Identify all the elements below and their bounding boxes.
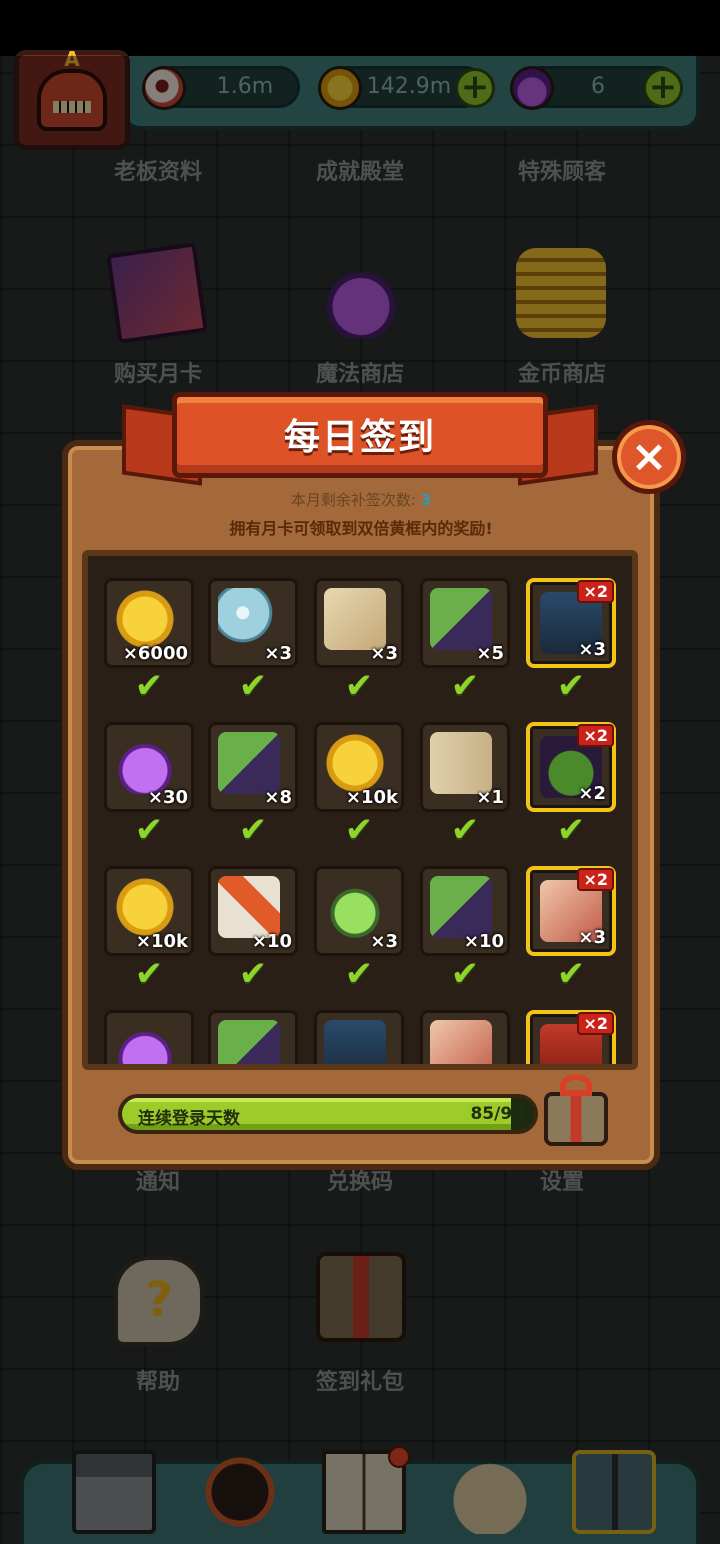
claimed-check-icon: ✔ [134, 954, 164, 994]
double-reward-badge: ×2 [577, 724, 614, 747]
reward-cell[interactable]: ×2 [526, 1010, 616, 1064]
treasure-map-icon [324, 588, 386, 650]
ticket-card-icon [430, 588, 492, 650]
login-streak-count: 85/90 [470, 1104, 524, 1124]
reward-quantity: ×10k [135, 931, 188, 952]
reward-quantity: ×10k [345, 787, 398, 808]
claimed-check-icon: ✔ [556, 954, 586, 994]
claimed-check-icon: ✔ [450, 810, 480, 850]
claimed-check-icon: ✔ [344, 810, 374, 850]
gold-coin-icon [324, 732, 386, 794]
gold-coin-icon [114, 876, 176, 938]
claimed-check-icon: ✔ [238, 666, 268, 706]
gift-bow [560, 1074, 592, 1096]
remaining-makeup-label: 本月剩余补签次数: [290, 491, 416, 509]
monthly-card-notice: 拥有月卡可领取到双倍黄框内的奖励! [229, 519, 493, 538]
claimed-check-icon: ✔ [134, 666, 164, 706]
login-streak-label: 连续登录天数 [138, 1109, 240, 1129]
claimed-check-icon: ✔ [556, 810, 586, 850]
reward-cell[interactable]: ×3 [208, 578, 298, 668]
ticket-card-icon [218, 732, 280, 794]
reward-quantity: ×3 [370, 643, 398, 664]
reward-quantity: ×3 [578, 927, 606, 948]
reward-cell[interactable]: ×3 [314, 578, 404, 668]
status-bar [0, 0, 720, 56]
claimed-check-icon: ✔ [238, 810, 268, 850]
reward-cell[interactable] [314, 1010, 404, 1064]
reward-quantity: ×1 [476, 787, 504, 808]
close-button[interactable]: × [612, 420, 686, 494]
streak-gift-icon[interactable] [540, 1072, 612, 1150]
claimed-check-icon: ✔ [344, 954, 374, 994]
reward-cell[interactable]: ×10 [208, 866, 298, 956]
gift-box [544, 1092, 608, 1146]
reward-cell[interactable] [208, 1010, 298, 1064]
reward-cell[interactable]: ×30 [104, 722, 194, 812]
crystal-orb-icon [218, 588, 280, 650]
reward-cell[interactable]: ×3 ×2 [526, 578, 616, 668]
reward-quantity: ×6000 [122, 643, 188, 664]
double-reward-badge: ×2 [577, 580, 614, 603]
reward-quantity: ×5 [476, 643, 504, 664]
remaining-makeup-info: 本月剩余补签次数: 3 [62, 489, 660, 510]
ticket-card-icon [430, 876, 492, 938]
reward-cell[interactable]: ×2 ×2 [526, 722, 616, 812]
double-reward-badge: ×2 [577, 868, 614, 891]
game-screen: A 1.6m 142.9m + 6 + 老板资料 成就殿堂 特殊顾客 购买月卡 … [0, 0, 720, 1544]
reward-cell[interactable] [104, 1010, 194, 1064]
reward-quantity: ×10 [251, 931, 292, 952]
reward-cell[interactable] [420, 1010, 510, 1064]
claimed-check-icon: ✔ [238, 954, 268, 994]
remaining-makeup-count: 3 [420, 491, 432, 509]
reward-cell[interactable]: ×3 [314, 866, 404, 956]
claimed-check-icon: ✔ [556, 666, 586, 706]
reward-cell[interactable]: ×6000 [104, 578, 194, 668]
reward-quantity: ×3 [370, 931, 398, 952]
claimed-check-icon: ✔ [134, 810, 164, 850]
reward-cell[interactable]: ×8 [208, 722, 298, 812]
reward-quantity: ×3 [264, 643, 292, 664]
reward-cell[interactable]: ×10 [420, 866, 510, 956]
reward-quantity: ×10 [463, 931, 504, 952]
purple-potion-icon [114, 1020, 176, 1064]
claimed-check-icon: ✔ [344, 666, 374, 706]
ticket-card-icon [218, 1020, 280, 1064]
scroll-ticket-icon [430, 732, 492, 794]
bandage-item-icon [218, 876, 280, 938]
close-icon: × [630, 431, 668, 482]
scroll-map-icon [430, 1020, 492, 1064]
monster-card-icon [324, 1020, 386, 1064]
reward-quantity: ×8 [264, 787, 292, 808]
claimed-check-icon: ✔ [450, 954, 480, 994]
reward-cell[interactable]: ×3 ×2 [526, 866, 616, 956]
reward-cell[interactable]: ×1 [420, 722, 510, 812]
reward-cell[interactable]: ×5 [420, 578, 510, 668]
reward-quantity: ×2 [578, 783, 606, 804]
reward-cell[interactable]: ×10k [104, 866, 194, 956]
login-streak-progress: 连续登录天数 85/90 [118, 1094, 538, 1134]
reward-quantity: ×30 [147, 787, 188, 808]
reward-cell[interactable]: ×10k [314, 722, 404, 812]
reward-quantity: ×3 [578, 639, 606, 660]
claimed-check-icon: ✔ [450, 666, 480, 706]
purple-potion-icon [114, 732, 176, 794]
double-reward-badge: ×2 [577, 1012, 614, 1035]
reward-grid: ×6000 ✔ ×3 ✔ ×3 ✔ ×5 ✔ ×3 ×2 ✔ ×30 ✔ ×8 ✔ ×10k ✔ ×1 ✔ ×2 ×2 ✔… [82, 550, 638, 1070]
green-egg-icon [324, 876, 386, 938]
dialog-title: 每日签到 [283, 417, 436, 458]
gold-coin-icon [114, 588, 176, 650]
